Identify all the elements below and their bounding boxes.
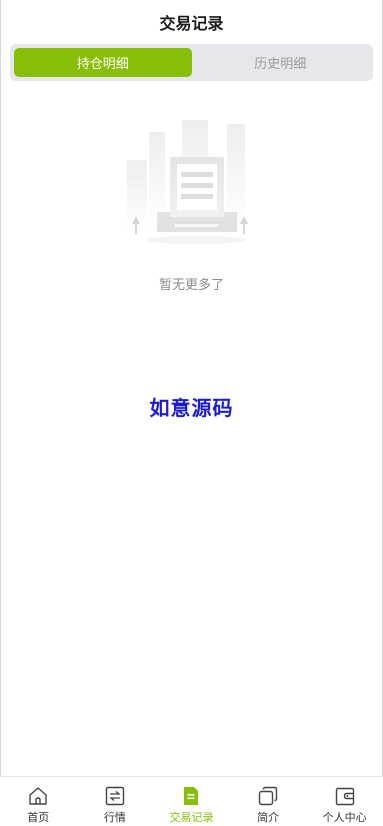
- wallet-icon: [335, 787, 354, 806]
- tabbar-label-profile: 个人中心: [322, 811, 367, 824]
- bottom-tabbar: 首页 行情 交易记录 简介 个人中心: [0, 776, 383, 826]
- tabbar-item-profile[interactable]: 个人中心: [306, 777, 383, 826]
- page-title: 交易记录: [159, 14, 224, 33]
- tabbar-label-intro: 简介: [257, 811, 280, 824]
- tabbar-item-market[interactable]: 行情: [77, 777, 154, 826]
- record-icon: [184, 787, 199, 805]
- header: 交易记录: [0, 0, 383, 44]
- tab-holdings[interactable]: 持仓明细: [14, 48, 192, 77]
- exchange-icon: [105, 786, 125, 806]
- document-box-illustration: [126, 120, 248, 244]
- empty-message: 暂无更多了: [158, 278, 224, 293]
- tabbar-item-intro[interactable]: 简介: [230, 777, 307, 826]
- segmented-tabs: 持仓明细 历史明细: [10, 44, 373, 81]
- tabbar-label-records: 交易记录: [169, 811, 214, 824]
- tabbar-label-home: 首页: [27, 811, 50, 824]
- empty-state: 暂无更多了: [0, 112, 383, 293]
- tabbar-label-market: 行情: [103, 811, 126, 824]
- copy-icon: [258, 786, 278, 806]
- tabbar-item-records[interactable]: 交易记录: [153, 777, 230, 826]
- watermark-text: 如意源码: [149, 396, 234, 420]
- tab-history[interactable]: 历史明细: [192, 48, 370, 77]
- tabbar-item-home[interactable]: 首页: [0, 777, 77, 826]
- home-icon: [29, 787, 47, 805]
